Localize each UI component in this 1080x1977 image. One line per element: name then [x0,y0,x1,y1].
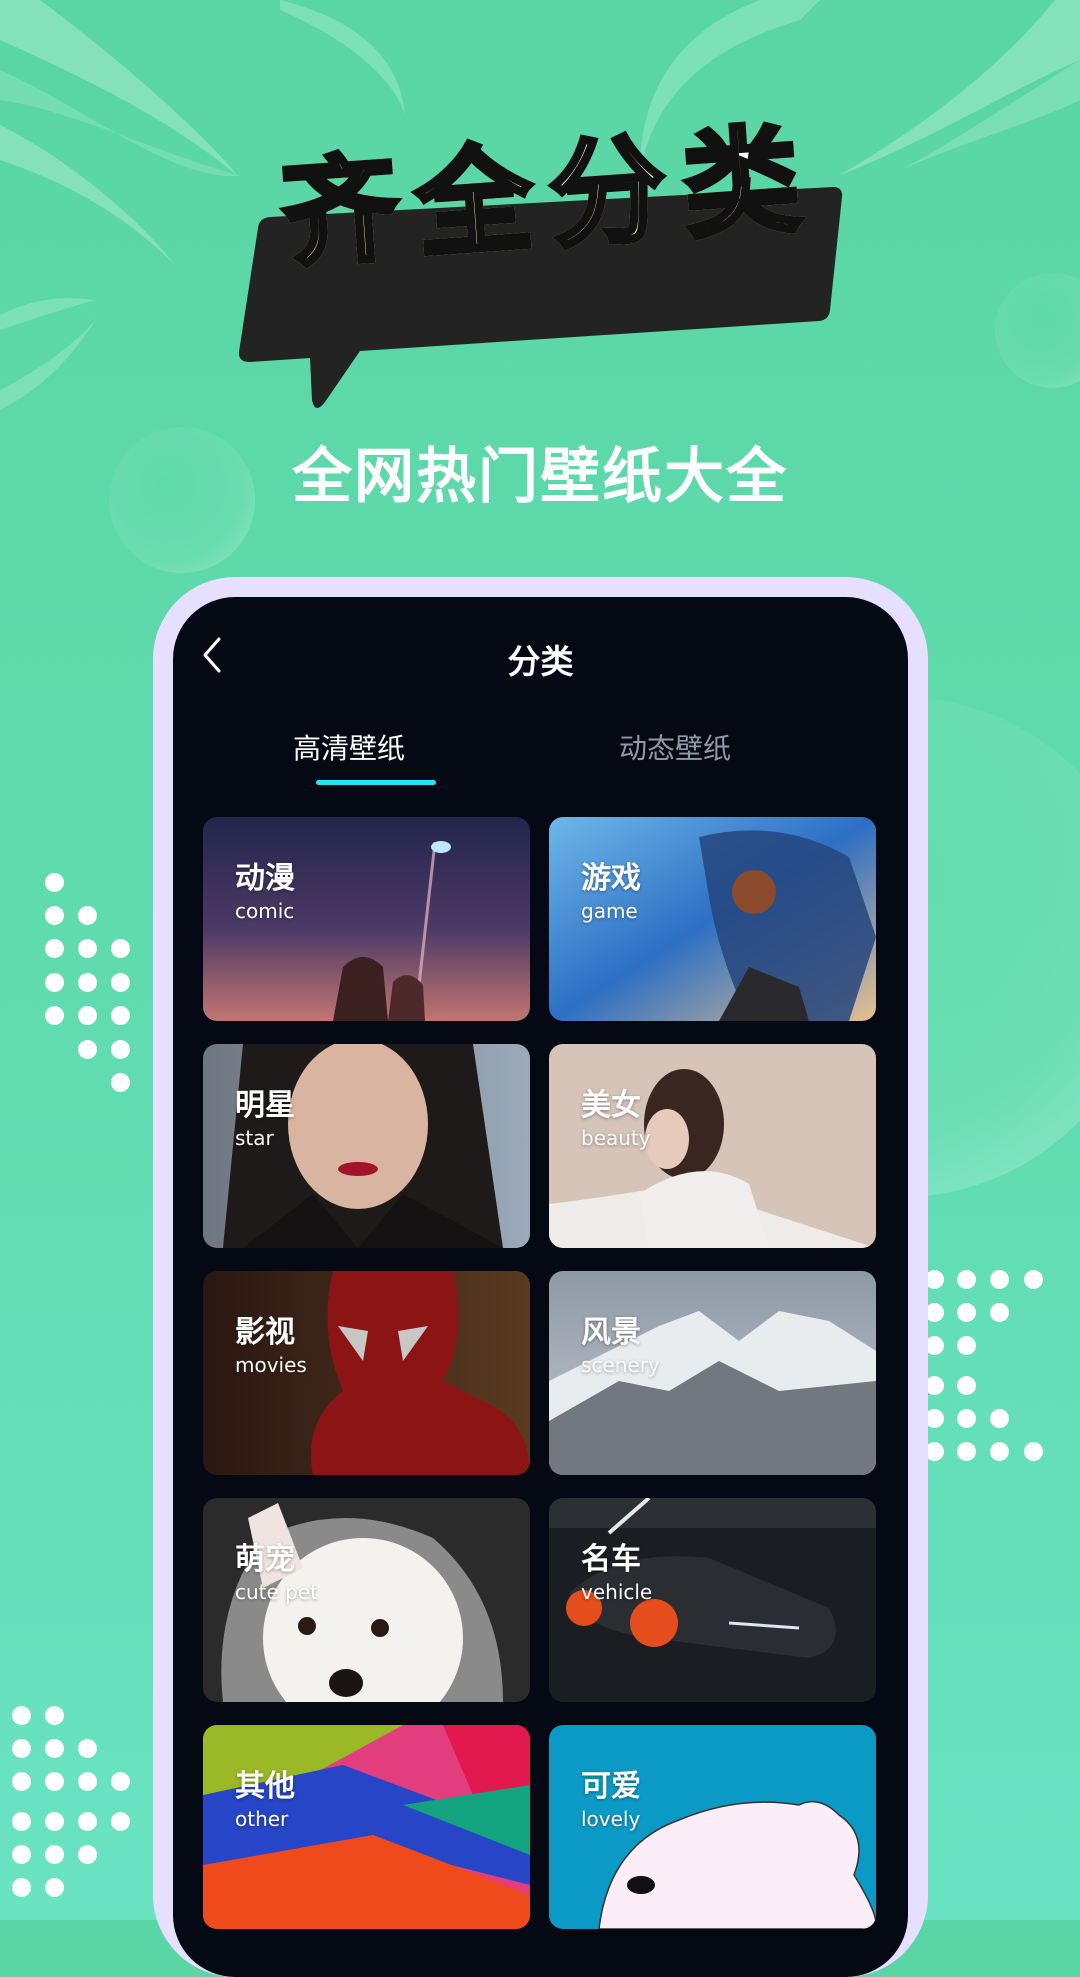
decorative-dot [78,939,97,958]
category-title: 明星 [235,1088,295,1123]
category-card-vehicle[interactable]: 名车 vehicle [549,1498,876,1702]
decorative-dot [45,973,64,992]
decorative-dot [957,1442,976,1461]
category-title: 其他 [235,1769,295,1804]
category-card-game[interactable]: 游戏 game [549,817,876,1021]
decorative-dot [12,1878,31,1897]
category-title: 游戏 [581,861,641,896]
decorative-dot [78,906,97,925]
category-subtitle: beauty [581,1126,651,1150]
category-subtitle: other [235,1807,289,1831]
decorative-dot [45,1706,64,1725]
decorative-dot [111,1040,130,1059]
category-subtitle: vehicle [581,1580,653,1604]
decorative-dot [45,1006,64,1025]
decorative-dot [1024,1442,1043,1461]
category-title: 风景 [581,1315,641,1350]
headline-banner: 齐全分类 [230,109,870,420]
promo-subtitle: 全网热门壁纸大全 [292,442,788,512]
decorative-dot [12,1772,31,1791]
decorative-dot [45,1878,64,1897]
category-subtitle: cute pet [235,1580,319,1604]
decorative-dot [45,939,64,958]
decorative-dot [78,1739,97,1758]
decorative-dot [12,1739,31,1758]
decorative-dot [957,1270,976,1289]
page-title: 分类 [507,642,574,681]
decorative-dot [12,1706,31,1725]
category-card-beauty[interactable]: 美女 beauty [549,1044,876,1248]
decorative-dot [78,973,97,992]
decorative-dot [990,1270,1009,1289]
category-card-comic[interactable]: 动漫 comic [203,817,530,1021]
decorative-dot [45,1812,64,1831]
decorative-dot [78,1812,97,1831]
decorative-dot [12,1845,31,1864]
category-card-lovely[interactable]: 可爱 lovely [549,1725,876,1929]
decorative-dot [45,906,64,925]
category-subtitle: comic [235,899,295,923]
decorative-dot [990,1303,1009,1322]
decorative-dot [111,1006,130,1025]
decorative-dot [111,939,130,958]
decorative-dot [45,1772,64,1791]
decorative-dot [78,1845,97,1864]
category-subtitle: lovely [581,1807,641,1831]
tab-hd-wallpaper[interactable]: 高清壁纸 [249,727,449,767]
decorative-dot [45,873,64,892]
category-card-star[interactable]: 明星 star [203,1044,530,1248]
category-title: 动漫 [235,861,295,896]
decorative-dot [990,1442,1009,1461]
category-card-scenery[interactable]: 风景 scenery [549,1271,876,1475]
category-subtitle: star [235,1126,274,1150]
tab-live-wallpaper[interactable]: 动态壁纸 [575,727,775,767]
decorative-dot [957,1376,976,1395]
decorative-dot [990,1409,1009,1428]
decorative-dot [78,1772,97,1791]
decorative-dot [1024,1270,1043,1289]
category-card-cute-pet[interactable]: 萌宠 cute pet [203,1498,530,1702]
decorative-dot [78,1006,97,1025]
decorative-dot [111,1073,130,1092]
category-card-movies[interactable]: 影视 movies [203,1271,530,1475]
active-tab-indicator [316,780,436,785]
category-subtitle: scenery [581,1353,660,1377]
decorative-dot [111,1812,130,1831]
decorative-dot [45,1845,64,1864]
decorative-dot [78,1040,97,1059]
decorative-dot [957,1303,976,1322]
category-card-other[interactable]: 其他 other [203,1725,530,1929]
category-title: 影视 [235,1315,295,1350]
decorative-dot [45,1739,64,1758]
category-subtitle: game [581,899,638,923]
category-title: 可爱 [581,1769,641,1804]
category-title: 名车 [581,1542,641,1577]
decorative-dot [111,1772,130,1791]
category-subtitle: movies [235,1353,307,1377]
category-title: 美女 [581,1088,641,1123]
decorative-dot [957,1409,976,1428]
decorative-dot [12,1812,31,1831]
category-title: 萌宠 [235,1542,295,1577]
decorative-dot [111,973,130,992]
decorative-dot [957,1336,976,1355]
phone-screen: 分类 高清壁纸 动态壁纸 动漫 comic 游戏 game 明星 star 美女… [173,597,908,1977]
